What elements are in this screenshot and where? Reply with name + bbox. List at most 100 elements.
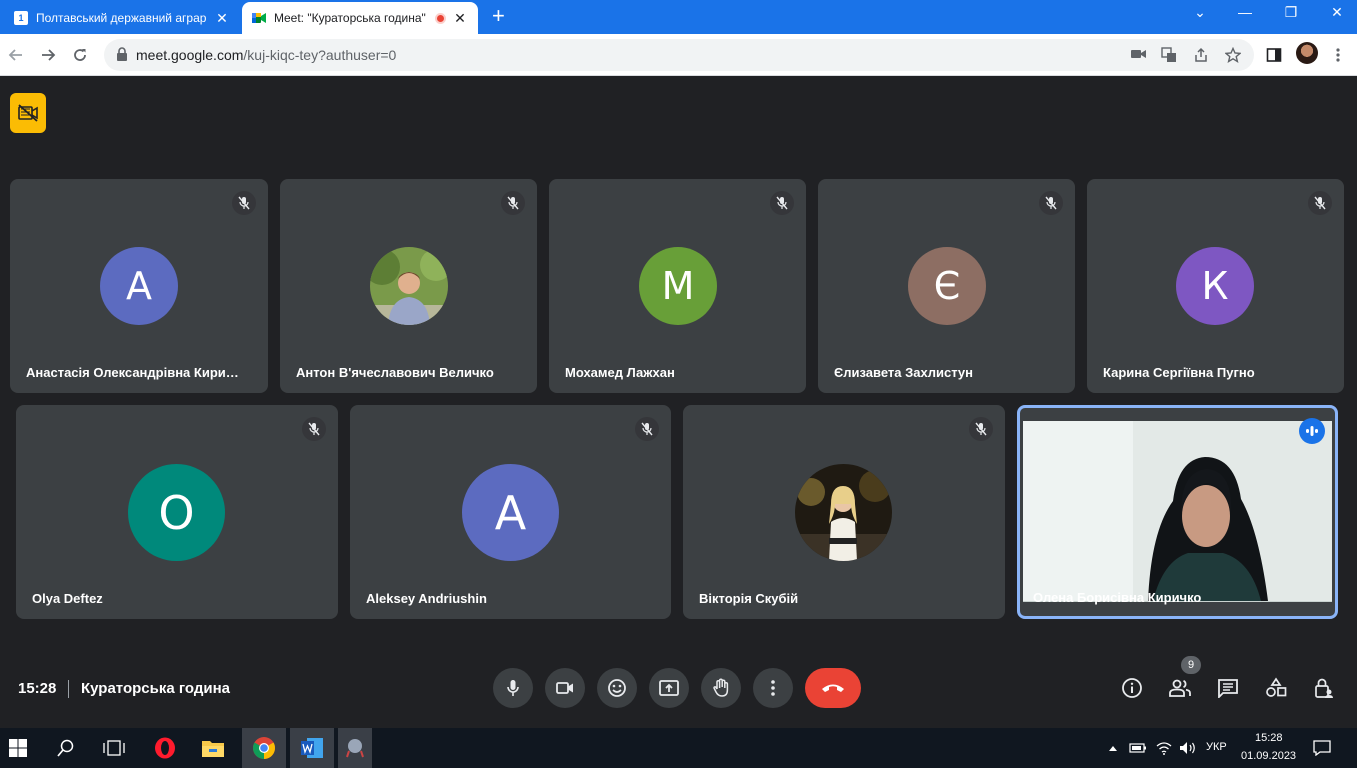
word-icon[interactable] [290, 728, 334, 768]
info-icon [1122, 678, 1142, 698]
tab-title: Полтавський державний аграр [36, 11, 207, 25]
participant-tile[interactable]: К Карина Сергіївна Пугно [1087, 179, 1344, 393]
participant-tile[interactable]: Антон В'ячеславович Величко [280, 179, 537, 393]
tray-expand-icon[interactable] [1106, 728, 1120, 768]
participant-name: Олена Борисівна Киричко [1033, 590, 1202, 605]
participant-avatar: А [100, 247, 178, 325]
microphone-button[interactable] [493, 668, 533, 708]
back-button[interactable] [4, 43, 28, 67]
task-view-icon[interactable] [96, 728, 132, 768]
emoji-icon [608, 679, 626, 697]
participant-avatar: O [128, 464, 225, 561]
participant-name: Карина Сергіївна Пугно [1103, 365, 1255, 380]
people-icon [1169, 679, 1191, 697]
participant-name: Aleksey Andriushin [366, 591, 487, 606]
reload-button[interactable] [68, 43, 92, 67]
meeting-title: Кураторська година [81, 680, 231, 697]
tab-university[interactable]: 1 Полтавський державний аграр ✕ [4, 2, 240, 34]
omnibox[interactable]: meet.google.com/kuj-kiqc-tey?authuser=0 [104, 39, 1254, 71]
mic-off-icon [501, 191, 525, 215]
share-icon[interactable] [1192, 47, 1210, 65]
leave-call-button[interactable] [805, 668, 861, 708]
camera-permission-icon[interactable] [1130, 47, 1148, 65]
side-panel-icon[interactable] [1262, 43, 1286, 67]
forward-button[interactable] [36, 43, 60, 67]
participant-photo [370, 247, 448, 325]
chrome-taskbar-icon[interactable] [242, 728, 286, 768]
restore-button[interactable]: ❐ [1271, 4, 1311, 21]
mic-off-icon [302, 417, 326, 441]
participant-tile[interactable]: Є Єлизавета Захлистун [818, 179, 1075, 393]
activities-icon [1266, 677, 1287, 697]
participant-tile[interactable]: O Olya Deftez [16, 405, 338, 619]
participant-name: Мохамед Лажхан [565, 365, 675, 380]
participant-tile[interactable]: М Мохамед Лажхан [549, 179, 806, 393]
mic-off-icon [770, 191, 794, 215]
mic-off-icon [1039, 191, 1063, 215]
participant-photo [795, 464, 892, 561]
mic-off-icon [635, 417, 659, 441]
participant-name: Єлизавета Захлистун [834, 365, 973, 380]
close-tab-icon[interactable]: ✕ [452, 10, 468, 27]
participant-tile-speaking[interactable]: Олена Борисівна Киричко [1017, 405, 1338, 619]
camera-off-icon[interactable] [10, 93, 46, 133]
present-icon [659, 680, 679, 696]
participant-avatar: М [639, 247, 717, 325]
bookmark-star-icon[interactable] [1224, 46, 1242, 65]
activities-button[interactable] [1263, 675, 1289, 701]
lock-icon [117, 47, 127, 61]
reactions-button[interactable] [597, 668, 637, 708]
search-icon[interactable] [48, 728, 84, 768]
participant-tile[interactable]: A Aleksey Andriushin [350, 405, 671, 619]
mic-off-icon [1308, 191, 1332, 215]
windows-start-icon[interactable] [0, 728, 36, 768]
battery-icon[interactable] [1128, 728, 1148, 768]
participant-video [1023, 421, 1332, 602]
lock-person-icon [1315, 678, 1333, 698]
divider [68, 680, 69, 698]
close-window-button[interactable]: ✕ [1317, 4, 1357, 21]
raise-hand-button[interactable] [701, 668, 741, 708]
participant-tile[interactable]: А Анастасія Олександрівна Кири… [10, 179, 268, 393]
tab-search-icon[interactable]: ⌄ [1180, 4, 1220, 21]
mic-off-icon [969, 417, 993, 441]
url-text: meet.google.com/kuj-kiqc-tey?authuser=0 [136, 47, 397, 63]
recording-dot-icon [435, 12, 446, 24]
translate-icon[interactable] [1160, 47, 1178, 65]
file-explorer-icon[interactable] [194, 728, 232, 768]
meeting-stage: А Анастасія Олександрівна Кири… Антон В'… [0, 77, 1357, 728]
close-tab-icon[interactable]: ✕ [214, 10, 230, 27]
volume-icon[interactable] [1177, 728, 1199, 768]
minimize-button[interactable]: — [1225, 4, 1265, 20]
more-options-button[interactable] [753, 668, 793, 708]
present-screen-button[interactable] [649, 668, 689, 708]
profile-avatar[interactable] [1296, 42, 1318, 64]
participant-avatar: A [462, 464, 559, 561]
mic-off-icon [232, 191, 256, 215]
chat-icon [1218, 679, 1238, 698]
clock-time[interactable]: 15:28 [1255, 732, 1283, 744]
app-taskbar-icon[interactable] [338, 728, 372, 768]
clock-date[interactable]: 01.09.2023 [1241, 750, 1296, 762]
opera-icon[interactable] [146, 728, 184, 768]
chrome-menu-icon[interactable] [1326, 43, 1350, 67]
tab-meet[interactable]: Meet: "Кураторська година" ✕ [242, 2, 478, 34]
notifications-icon[interactable] [1308, 728, 1336, 768]
people-button[interactable] [1167, 675, 1193, 701]
browser-titlebar: 1 Полтавський державний аграр ✕ Meet: "К… [0, 0, 1357, 34]
windows-taskbar: УКР 15:28 01.09.2023 [0, 728, 1357, 768]
chat-button[interactable] [1215, 675, 1241, 701]
camera-button[interactable] [545, 668, 585, 708]
speaking-indicator-icon [1299, 418, 1325, 444]
meeting-details-button[interactable] [1119, 675, 1145, 701]
wifi-icon[interactable] [1154, 728, 1174, 768]
address-toolbar: meet.google.com/kuj-kiqc-tey?authuser=0 [0, 34, 1357, 76]
input-language[interactable]: УКР [1206, 741, 1227, 753]
new-tab-button[interactable]: + [492, 5, 505, 27]
tab-favicon: 1 [14, 11, 28, 25]
participant-tile[interactable]: Вікторія Скубій [683, 405, 1005, 619]
host-controls-button[interactable] [1311, 675, 1337, 701]
participant-avatar: Є [908, 247, 986, 325]
participant-avatar: К [1176, 247, 1254, 325]
participant-count-badge: 9 [1181, 656, 1201, 674]
